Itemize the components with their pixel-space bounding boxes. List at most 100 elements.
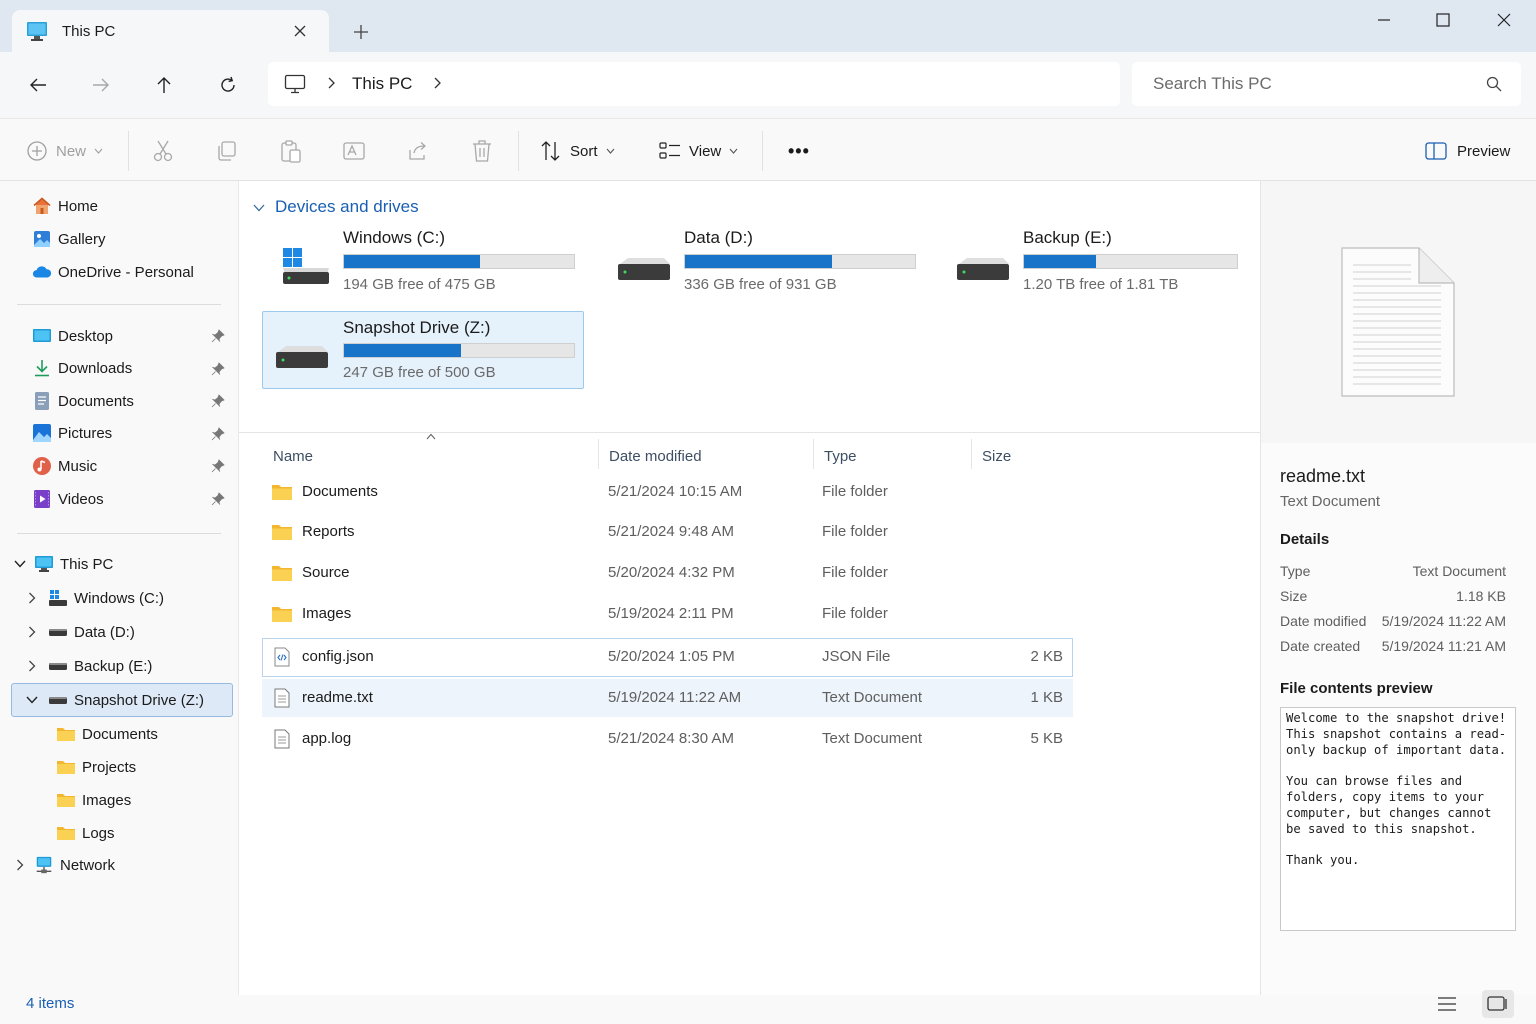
- drive-tile-c[interactable]: Windows (C:) 194 GB free of 475 GB: [263, 224, 585, 302]
- file-row-source[interactable]: Source 5/20/2024 4:32 PM File folder: [262, 554, 1073, 592]
- preview-pane-button[interactable]: Preview: [1425, 137, 1510, 165]
- search-box[interactable]: [1132, 62, 1521, 106]
- chevron-down-icon[interactable]: [24, 692, 40, 708]
- sort-label: Sort: [570, 142, 598, 160]
- sidebar-item-drive-e[interactable]: Backup (E:): [24, 651, 152, 681]
- column-separator[interactable]: [598, 439, 599, 469]
- separator: [17, 304, 221, 305]
- column-header-name[interactable]: Name: [273, 443, 313, 469]
- pin-icon[interactable]: [211, 459, 225, 473]
- share-icon[interactable]: [407, 137, 429, 165]
- address-bar[interactable]: This PC: [268, 62, 1120, 106]
- detail-key: Size: [1280, 588, 1308, 604]
- plus-icon[interactable]: [348, 19, 374, 45]
- up-arrow-icon[interactable]: [148, 69, 180, 101]
- file-date: 5/21/2024 10:15 AM: [608, 483, 743, 500]
- sidebar-item-downloads[interactable]: Downloads: [32, 353, 132, 383]
- chevron-down-icon[interactable]: [12, 556, 28, 572]
- copy-icon[interactable]: [216, 137, 238, 165]
- close-icon[interactable]: [1484, 6, 1524, 34]
- sidebar-item-onedrive[interactable]: OneDrive - Personal: [32, 257, 194, 287]
- sidebar-item-home[interactable]: Home: [32, 191, 98, 221]
- sidebar-item-drive-z[interactable]: Snapshot Drive (Z:): [24, 685, 204, 715]
- search-input[interactable]: [1153, 74, 1473, 94]
- sidebar-item-folder-projects[interactable]: Projects: [56, 752, 136, 782]
- cut-icon[interactable]: [152, 137, 174, 165]
- column-separator[interactable]: [971, 439, 972, 469]
- drive-tile-e[interactable]: Backup (E:) 1.20 TB free of 1.81 TB: [943, 224, 1265, 302]
- sort-ascending-icon[interactable]: [426, 433, 436, 440]
- pin-icon[interactable]: [211, 492, 225, 506]
- file-contents-preview[interactable]: Welcome to the snapshot drive! This snap…: [1280, 707, 1516, 931]
- sidebar-item-videos[interactable]: Videos: [32, 484, 104, 514]
- sidebar-item-drive-c[interactable]: Windows (C:): [24, 583, 164, 613]
- file-row-readme-txt[interactable]: readme.txt 5/19/2024 11:22 AM Text Docum…: [262, 679, 1073, 717]
- file-row-app-log[interactable]: app.log 5/21/2024 8:30 AM Text Document …: [262, 720, 1073, 758]
- chevron-right-icon[interactable]: [24, 624, 40, 640]
- chevron-right-icon[interactable]: [432, 76, 442, 93]
- column-header-type[interactable]: Type: [824, 443, 857, 469]
- paste-icon[interactable]: [280, 137, 302, 165]
- details-view-icon[interactable]: [1431, 990, 1463, 1018]
- sidebar-item-folder-images[interactable]: Images: [56, 785, 131, 815]
- tiles-view-icon[interactable]: [1482, 990, 1514, 1018]
- sidebar-item-label: Projects: [82, 758, 137, 776]
- file-row-documents[interactable]: Documents 5/21/2024 10:15 AM File folder: [262, 473, 1073, 511]
- devices-section-header[interactable]: Devices and drives: [253, 197, 419, 217]
- back-arrow-icon[interactable]: [22, 69, 54, 101]
- file-row-config-json[interactable]: config.json 5/20/2024 1:05 PM JSON File …: [262, 638, 1073, 677]
- file-type: File folder: [822, 564, 888, 581]
- drive-free-space: 247 GB free of 500 GB: [343, 364, 496, 381]
- drive-tile-z[interactable]: Snapshot Drive (Z:) 247 GB free of 500 G…: [262, 311, 584, 389]
- view-button[interactable]: View: [659, 137, 738, 165]
- chevron-right-icon[interactable]: [24, 658, 40, 674]
- more-options-button[interactable]: •••: [788, 137, 810, 165]
- documents-icon: [32, 391, 52, 411]
- sidebar-item-documents[interactable]: Documents: [32, 386, 134, 416]
- maximize-icon[interactable]: [1423, 6, 1463, 34]
- drive-tile-d[interactable]: Data (D:) 336 GB free of 931 GB: [604, 224, 926, 302]
- sidebar-item-label: OneDrive - Personal: [58, 263, 194, 281]
- detail-value: 5/19/2024 11:22 AM: [1381, 613, 1506, 629]
- sidebar-item-music[interactable]: Music: [32, 451, 97, 481]
- tab-this-pc[interactable]: This PC: [12, 10, 329, 52]
- sidebar-item-pictures[interactable]: Pictures: [32, 418, 112, 448]
- json-file-icon: [274, 647, 290, 667]
- delete-icon[interactable]: [471, 137, 493, 165]
- column-header-size[interactable]: Size: [982, 443, 1011, 469]
- minimize-icon[interactable]: [1364, 6, 1404, 34]
- pin-icon[interactable]: [211, 394, 225, 408]
- pin-icon[interactable]: [211, 427, 225, 441]
- breadcrumb-this-pc[interactable]: This PC: [352, 74, 412, 94]
- detail-row-type: Type Text Document: [1280, 563, 1506, 579]
- sidebar-item-desktop[interactable]: Desktop: [32, 321, 113, 351]
- sidebar-item-this-pc[interactable]: This PC: [12, 549, 113, 579]
- column-header-date[interactable]: Date modified: [609, 443, 702, 469]
- command-bar: New Sort View ••• Preview: [0, 118, 1536, 181]
- forward-arrow-icon[interactable]: [85, 69, 117, 101]
- file-row-images[interactable]: Images 5/19/2024 2:11 PM File folder: [262, 595, 1073, 633]
- sidebar-item-label: Backup (E:): [74, 657, 153, 675]
- chevron-right-icon[interactable]: [326, 76, 336, 93]
- file-date: 5/21/2024 8:30 AM: [608, 730, 734, 747]
- chevron-right-icon[interactable]: [24, 590, 40, 606]
- sidebar-item-label: Network: [60, 856, 116, 874]
- pin-icon[interactable]: [211, 329, 225, 343]
- sidebar-item-folder-logs[interactable]: Logs: [56, 818, 115, 848]
- pin-icon[interactable]: [211, 362, 225, 376]
- sidebar-item-gallery[interactable]: Gallery: [32, 224, 106, 254]
- rename-icon[interactable]: [343, 137, 365, 165]
- sidebar-item-network[interactable]: Network: [12, 850, 115, 880]
- preview-file-type: Text Document: [1280, 493, 1381, 510]
- drive-name: Data (D:): [684, 228, 753, 247]
- tab-close-icon[interactable]: [287, 18, 313, 44]
- refresh-icon[interactable]: [212, 69, 244, 101]
- chevron-right-icon[interactable]: [12, 857, 28, 873]
- new-button[interactable]: New: [26, 137, 103, 165]
- sidebar-item-folder-documents[interactable]: Documents: [56, 719, 158, 749]
- sidebar-item-drive-d[interactable]: Data (D:): [24, 617, 135, 647]
- column-separator[interactable]: [813, 439, 814, 469]
- sort-button[interactable]: Sort: [540, 137, 615, 165]
- search-icon[interactable]: [1485, 75, 1503, 93]
- file-row-reports[interactable]: Reports 5/21/2024 9:48 AM File folder: [262, 513, 1073, 551]
